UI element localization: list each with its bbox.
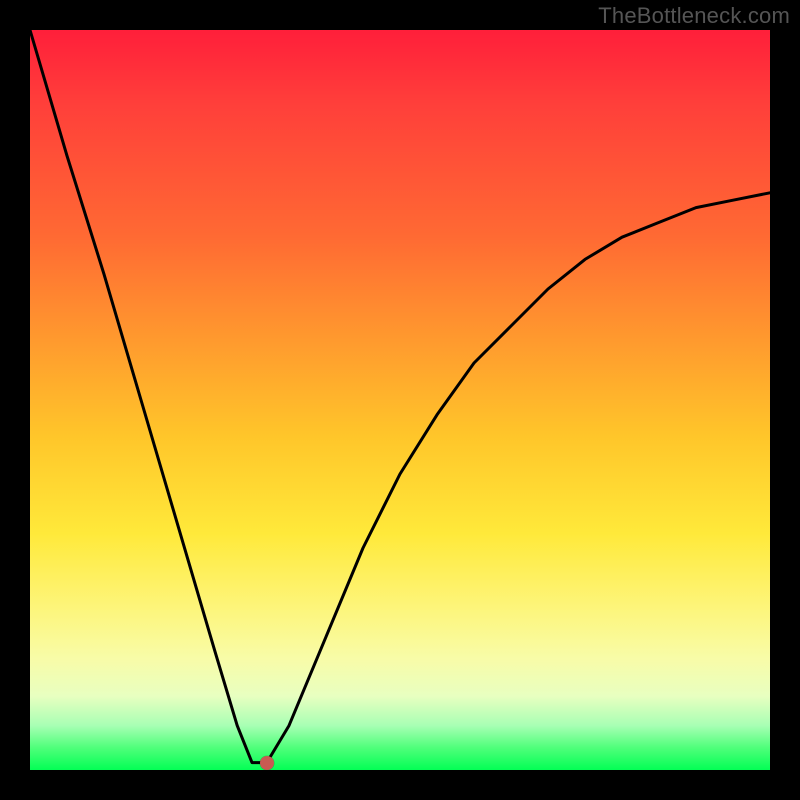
chart-frame: TheBottleneck.com [0, 0, 800, 800]
plot-area [30, 30, 770, 770]
watermark-text: TheBottleneck.com [598, 3, 790, 29]
bottleneck-curve [30, 30, 770, 763]
curve-svg [30, 30, 770, 770]
optimum-marker [260, 756, 274, 770]
